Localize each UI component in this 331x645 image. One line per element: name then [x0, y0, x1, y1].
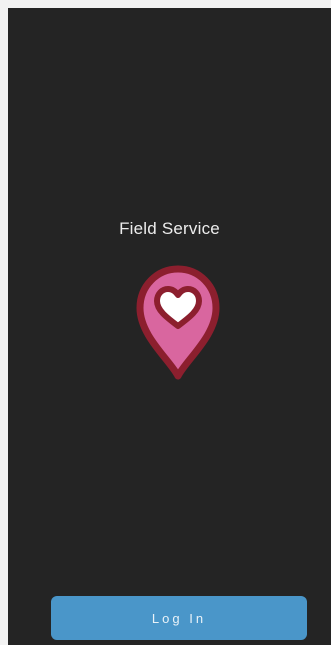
login-button[interactable]: Log In: [51, 596, 307, 640]
app-title: Field Service: [119, 219, 220, 238]
splash-screen: Field Service Log In: [8, 8, 331, 645]
map-pin-heart-icon: [136, 265, 220, 380]
